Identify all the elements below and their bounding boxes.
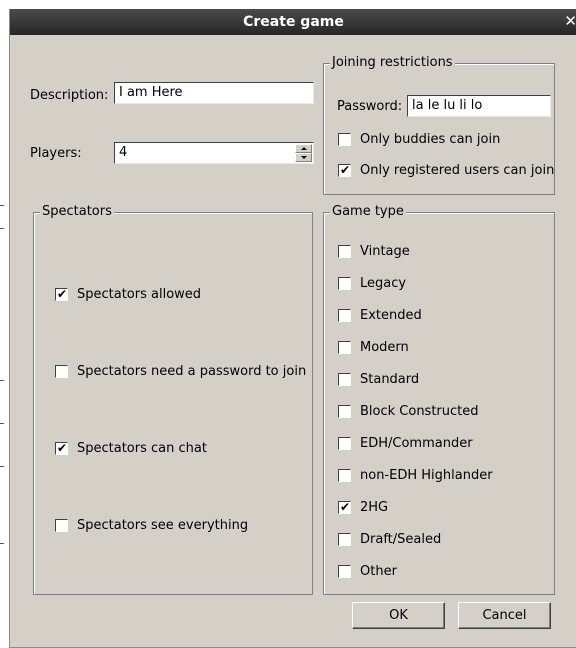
checkbox-box[interactable]: ✔ bbox=[338, 163, 351, 177]
checkbox-box[interactable] bbox=[338, 565, 351, 578]
checkmark-icon: ✔ bbox=[340, 163, 351, 177]
checkbox-label: non-EDH Highlander bbox=[360, 468, 493, 483]
description-label: Description: bbox=[30, 88, 109, 103]
checkbox-label: Spectators need a password to join bbox=[77, 364, 307, 379]
checkbox-label: Vintage bbox=[360, 244, 410, 259]
checkbox-label: Modern bbox=[360, 340, 409, 355]
players-value: 4 bbox=[119, 145, 128, 160]
background-tick bbox=[0, 380, 4, 381]
players-label: Players: bbox=[30, 146, 82, 161]
checkbox-box[interactable] bbox=[338, 133, 351, 146]
checkbox-label: Draft/Sealed bbox=[360, 532, 442, 547]
background-tick bbox=[0, 228, 4, 229]
spectators-title: Spectators bbox=[40, 204, 114, 219]
spin-up-icon[interactable] bbox=[295, 144, 312, 153]
spectators-group: Spectators ✔ Spectators allowed Spectators… bbox=[33, 204, 313, 595]
background-tick bbox=[0, 423, 4, 424]
checkbox-box[interactable] bbox=[338, 533, 351, 546]
checkbox-label: Spectators allowed bbox=[77, 287, 202, 302]
checkbox-box[interactable]: ✔ bbox=[338, 500, 351, 514]
password-label: Password: bbox=[337, 99, 403, 114]
checkbox-box[interactable] bbox=[55, 365, 68, 378]
background-tick bbox=[0, 466, 4, 467]
checkbox-label: Other bbox=[360, 564, 397, 579]
joining-restrictions-group: Joining restrictions Password: la le lu … bbox=[323, 55, 555, 195]
checkbox-label: Standard bbox=[360, 372, 420, 387]
checkbox-label: Only buddies can join bbox=[360, 132, 501, 147]
dialog-title: Create game bbox=[243, 14, 344, 30]
password-field[interactable]: la le lu li lo bbox=[407, 95, 551, 117]
checkbox-box[interactable]: ✔ bbox=[55, 287, 68, 301]
checkbox-box[interactable] bbox=[338, 341, 351, 354]
checkbox-box[interactable] bbox=[338, 309, 351, 322]
checkmark-icon: ✔ bbox=[57, 287, 68, 301]
description-field[interactable]: I am Here bbox=[114, 82, 314, 104]
background-tick bbox=[0, 543, 4, 544]
checkbox-label: Block Constructed bbox=[360, 404, 479, 419]
checkbox-box[interactable] bbox=[338, 405, 351, 418]
close-icon[interactable]: ✕ bbox=[564, 12, 576, 30]
create-game-dialog: Create game ✕ Description: I am Here Pla… bbox=[9, 9, 576, 648]
game-type-title: Game type bbox=[330, 204, 406, 219]
players-spin-buttons bbox=[295, 144, 312, 162]
checkbox-label: Only registered users can join bbox=[360, 163, 555, 178]
checkbox-label: Extended bbox=[360, 308, 422, 323]
checkmark-icon: ✔ bbox=[57, 441, 68, 455]
checkbox-box[interactable]: ✔ bbox=[55, 441, 68, 455]
checkbox-label: Spectators can chat bbox=[77, 441, 207, 456]
checkbox-box[interactable] bbox=[338, 469, 351, 482]
title-bar[interactable]: Create game ✕ bbox=[10, 9, 576, 35]
checkbox-label: Spectators see everything bbox=[77, 518, 249, 533]
players-spinbox[interactable]: 4 bbox=[114, 142, 314, 164]
checkbox-label: EDH/Commander bbox=[360, 436, 473, 451]
checkbox-box[interactable] bbox=[338, 373, 351, 386]
joining-restrictions-title: Joining restrictions bbox=[330, 55, 455, 70]
checkbox-box[interactable] bbox=[338, 437, 351, 450]
spin-down-icon[interactable] bbox=[295, 153, 312, 162]
checkmark-icon: ✔ bbox=[340, 500, 351, 514]
checkbox-box[interactable] bbox=[55, 519, 68, 532]
checkbox-box[interactable] bbox=[338, 245, 351, 258]
checkbox-label: Legacy bbox=[360, 276, 407, 291]
cancel-button[interactable]: Cancel bbox=[458, 602, 551, 629]
ok-button[interactable]: OK bbox=[352, 602, 445, 629]
game-type-group: Game type Vintage Legacy Extended Modern Sta… bbox=[323, 204, 555, 595]
checkbox-label: 2HG bbox=[360, 500, 389, 515]
checkbox-box[interactable] bbox=[338, 277, 351, 290]
background-tick bbox=[0, 205, 4, 206]
